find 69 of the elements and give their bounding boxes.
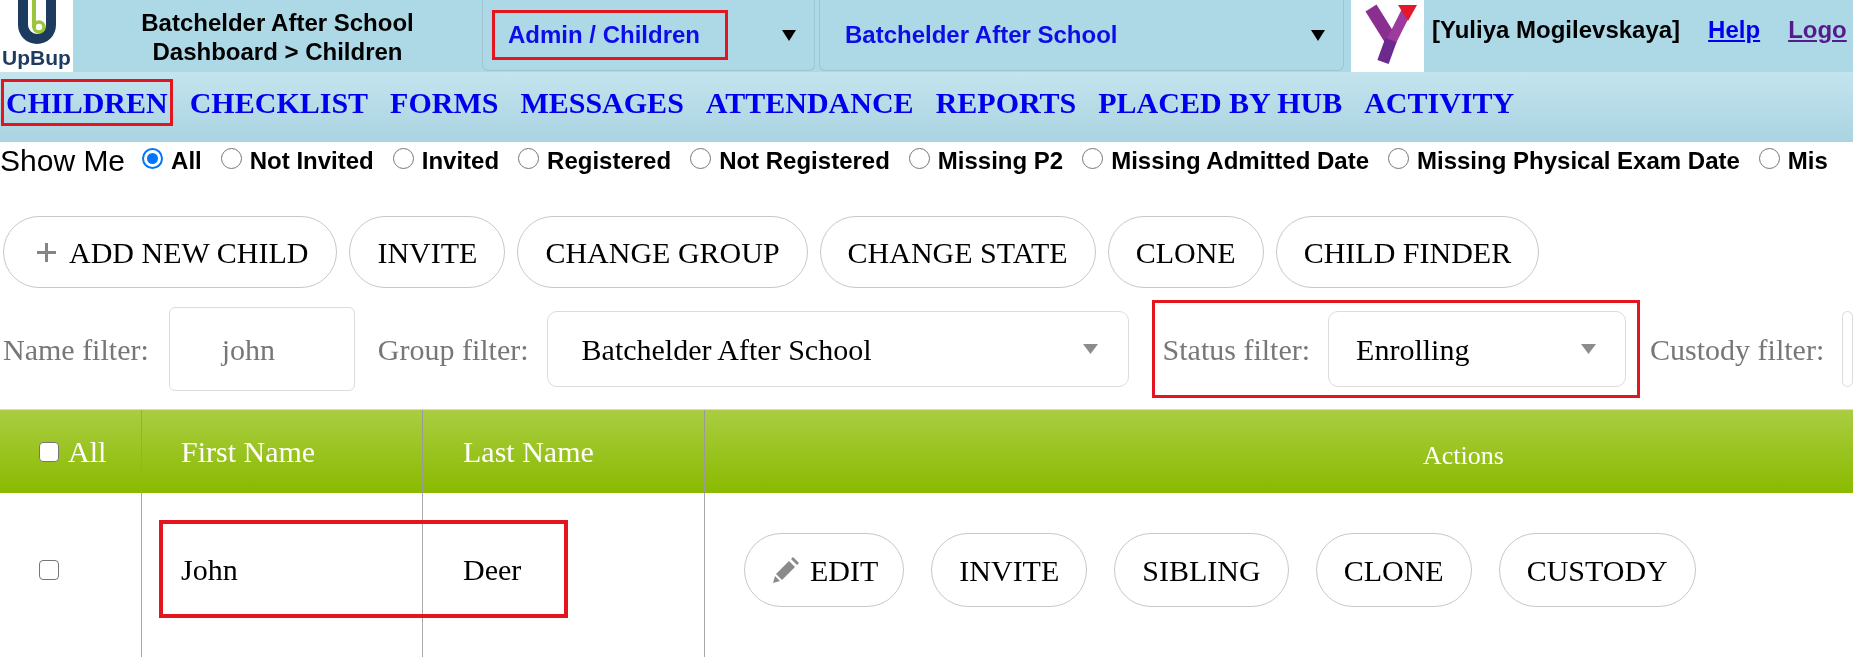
caret-icon xyxy=(782,29,796,41)
nav-tab[interactable]: PLACED BY HUB xyxy=(1093,79,1348,126)
action-button[interactable]: CUSTODY xyxy=(1498,533,1696,607)
caret-icon xyxy=(1581,344,1597,354)
nav-tab[interactable]: ATTENDANCE xyxy=(700,79,919,126)
breadcrumb: Dashboard > Children xyxy=(152,37,403,66)
select-field[interactable]: Batchelder After School xyxy=(546,311,1129,387)
toolbar-button[interactable]: ADD NEW CHILD xyxy=(3,216,338,288)
logo-text: UpBup xyxy=(2,46,71,70)
action-button[interactable]: EDIT xyxy=(744,533,905,607)
page-title: Batchelder After School xyxy=(141,8,414,37)
nav-tab[interactable]: CHILDREN xyxy=(1,79,173,126)
radio-button[interactable] xyxy=(142,148,164,169)
select-field[interactable] xyxy=(1842,311,1853,387)
nav-tab[interactable]: CHECKLIST xyxy=(184,79,374,126)
nav-tab[interactable]: REPORTS xyxy=(930,79,1082,126)
toolbar-button[interactable]: INVITE xyxy=(349,216,506,288)
column-header: Last Name xyxy=(463,436,594,467)
header-link[interactable]: Help xyxy=(1708,16,1761,44)
radio-button[interactable] xyxy=(1082,148,1104,169)
toolbar-button[interactable]: CHANGE GROUP xyxy=(517,216,808,288)
pencil-icon xyxy=(773,557,799,583)
radio-label[interactable]: Missing Physical Exam Date xyxy=(1417,148,1740,173)
select-field[interactable]: Enrolling xyxy=(1328,311,1627,387)
table-cell: John xyxy=(181,555,238,585)
dropdown[interactable]: Admin / Children xyxy=(482,0,815,71)
radio-button[interactable] xyxy=(392,148,414,169)
radio-label[interactable]: Registered xyxy=(547,148,672,173)
caret-icon xyxy=(1082,344,1098,354)
radio-label[interactable]: Missing P2 xyxy=(937,148,1064,173)
action-button[interactable]: INVITE xyxy=(931,533,1088,607)
radio-label[interactable]: Missing Admitted Date xyxy=(1111,148,1369,173)
toolbar-button[interactable]: CLONE xyxy=(1107,216,1264,288)
header-link[interactable]: Logo xyxy=(1788,16,1847,44)
filter-label: Status filter: xyxy=(1162,331,1311,368)
caret-icon xyxy=(1311,29,1325,41)
table-cell: Deer xyxy=(463,555,522,585)
filter-label: Group filter: xyxy=(377,331,529,368)
action-button[interactable]: CLONE xyxy=(1315,533,1472,607)
radio-label[interactable]: Mis xyxy=(1787,148,1828,173)
column-header: All xyxy=(68,436,107,467)
plus-icon xyxy=(37,242,56,262)
radio-label[interactable]: Invited xyxy=(421,148,500,173)
checkbox[interactable] xyxy=(39,560,59,580)
filter-label: Name filter: xyxy=(3,331,149,368)
radio-label[interactable]: Not Invited xyxy=(249,148,374,173)
nav-tab[interactable]: ACTIVITY xyxy=(1359,79,1520,126)
column-header: First Name xyxy=(181,436,316,467)
user-name: [Yuliya Mogilevskaya] xyxy=(1432,16,1681,44)
filter-label: Custody filter: xyxy=(1650,331,1825,368)
radio-button[interactable] xyxy=(220,148,242,169)
radio-label[interactable]: Not Registered xyxy=(719,148,890,173)
radio-button[interactable] xyxy=(908,148,930,169)
radio-button[interactable] xyxy=(690,148,712,169)
y-letter-logo-icon xyxy=(1351,0,1424,72)
text-field[interactable]: john xyxy=(168,307,355,391)
action-button[interactable]: SIBLING xyxy=(1114,533,1289,607)
nav-tab[interactable]: MESSAGES xyxy=(515,79,689,126)
dropdown[interactable]: Batchelder After School xyxy=(819,0,1344,71)
radio-label[interactable]: All xyxy=(171,148,202,173)
radio-button[interactable] xyxy=(1758,148,1780,169)
nav-tab[interactable]: FORMS xyxy=(385,79,504,126)
checkbox[interactable] xyxy=(39,441,59,462)
toolbar-button[interactable]: CHANGE STATE xyxy=(819,216,1096,288)
toolbar-button[interactable]: CHILD FINDER xyxy=(1275,216,1540,288)
radio-button[interactable] xyxy=(518,148,540,169)
radio-button[interactable] xyxy=(1388,148,1409,169)
show-me-label: Show Me xyxy=(0,145,126,176)
column-header: Actions xyxy=(1423,442,1504,469)
